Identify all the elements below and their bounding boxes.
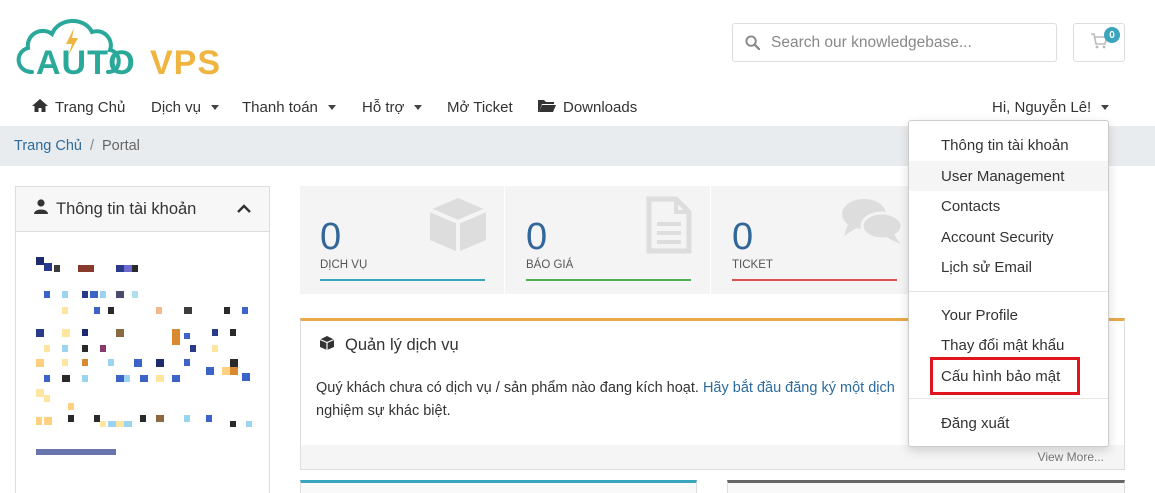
caret-down-icon bbox=[327, 104, 336, 110]
stat-services[interactable]: 0 DỊCH VỤ bbox=[300, 186, 505, 294]
stat-services-label: DỊCH VỤ bbox=[320, 259, 368, 271]
services-panel-title: Quản lý dịch vụ bbox=[319, 335, 459, 356]
stat-tickets-label: TICKET bbox=[732, 259, 773, 271]
brand-logo[interactable]: AUTO VPS bbox=[14, 12, 234, 80]
account-info-panel: Thông tin tài khoản bbox=[15, 186, 270, 493]
menu-item-account-info[interactable]: Thông tin tài khoản bbox=[909, 130, 1108, 160]
pixelated-redaction-image bbox=[36, 257, 252, 455]
caret-down-icon bbox=[211, 104, 220, 110]
nav-billing-label: Thanh toán bbox=[242, 98, 318, 116]
menu-item-user-management[interactable]: User Management bbox=[909, 161, 1108, 191]
user-icon bbox=[34, 199, 48, 219]
user-greeting: Hi, Nguyễn Lê! bbox=[992, 98, 1092, 116]
menu-item-change-password[interactable]: Thay đổi mật khẩu bbox=[909, 330, 1108, 360]
svg-text:VPS: VPS bbox=[150, 44, 221, 80]
stat-services-bar bbox=[320, 279, 485, 281]
menu-item-logout[interactable]: Đăng xuất bbox=[909, 408, 1108, 438]
stat-tickets-bar bbox=[732, 279, 897, 281]
stat-quotes-label: BÁO GIÁ bbox=[526, 259, 574, 271]
cube-icon bbox=[319, 335, 335, 356]
nav-downloads[interactable]: Downloads bbox=[537, 88, 637, 126]
nav-support[interactable]: Hỗ trợ bbox=[362, 88, 423, 126]
menu-item-contacts[interactable]: Contacts bbox=[909, 191, 1108, 221]
message-text: Quý khách chưa có dịch vụ / sản phẩm nào… bbox=[316, 380, 703, 396]
stat-tickets[interactable]: 0 TICKET bbox=[712, 186, 917, 294]
order-link[interactable]: Hãy bắt đầu đăng ký một dịch bbox=[703, 380, 895, 396]
search-icon bbox=[733, 24, 771, 61]
folder-icon bbox=[537, 98, 557, 117]
nav-open-ticket[interactable]: Mở Ticket bbox=[447, 88, 513, 126]
document-icon bbox=[646, 196, 692, 257]
redacted-account-details bbox=[16, 233, 269, 473]
breadcrumb-separator: / bbox=[89, 138, 94, 154]
stats-tiles: 0 DỊCH VỤ 0 BÁO GIÁ 0 TICKET bbox=[300, 186, 920, 294]
services-panel-footer: View More... bbox=[301, 445, 1124, 469]
cart-button[interactable]: 0 bbox=[1073, 23, 1125, 62]
services-panel-title-text: Quản lý dịch vụ bbox=[345, 336, 459, 354]
account-info-header[interactable]: Thông tin tài khoản bbox=[16, 187, 269, 232]
cart-count-badge: 0 bbox=[1104, 27, 1120, 43]
panel-bottom-left bbox=[300, 480, 697, 493]
nav-open-ticket-label: Mở Ticket bbox=[447, 98, 513, 116]
caret-down-icon bbox=[414, 104, 423, 110]
stat-quotes-bar bbox=[526, 279, 691, 281]
knowledgebase-search[interactable] bbox=[732, 23, 1057, 62]
stat-quotes[interactable]: 0 BÁO GIÁ bbox=[506, 186, 711, 294]
stat-services-value: 0 bbox=[320, 216, 342, 258]
view-more-link[interactable]: View More... bbox=[1038, 450, 1104, 464]
nav-home[interactable]: Trang Chủ bbox=[31, 88, 125, 126]
nav-services[interactable]: Dịch vụ bbox=[151, 88, 220, 126]
message-text-continued: nghiệm sự khác biệt. bbox=[316, 403, 451, 419]
chevron-up-icon[interactable] bbox=[237, 200, 251, 219]
nav-services-label: Dịch vụ bbox=[151, 98, 202, 116]
menu-item-your-profile[interactable]: Your Profile bbox=[909, 300, 1108, 330]
breadcrumb-current: Portal bbox=[102, 138, 140, 154]
panel-bottom-right bbox=[727, 480, 1125, 493]
nav-home-label: Trang Chủ bbox=[55, 98, 126, 116]
user-dropdown-menu: Thông tin tài khoản User Management Cont… bbox=[908, 120, 1109, 447]
nav-support-label: Hỗ trợ bbox=[362, 98, 405, 116]
stat-quotes-value: 0 bbox=[526, 216, 548, 258]
caret-down-icon bbox=[1101, 104, 1110, 110]
menu-item-email-history[interactable]: Lịch sử Email bbox=[909, 252, 1108, 282]
menu-item-account-security[interactable]: Account Security bbox=[909, 222, 1108, 252]
home-icon bbox=[31, 98, 49, 117]
comments-icon bbox=[840, 196, 904, 251]
nav-billing[interactable]: Thanh toán bbox=[242, 88, 336, 126]
menu-divider bbox=[909, 291, 1108, 292]
menu-item-security-settings[interactable]: Cấu hình bảo mật bbox=[909, 361, 1108, 391]
nav-downloads-label: Downloads bbox=[563, 98, 638, 116]
svg-text:AUTO: AUTO bbox=[36, 44, 136, 80]
site-header: AUTO VPS 0 bbox=[0, 0, 1155, 88]
search-input[interactable] bbox=[771, 33, 1041, 52]
cube-icon bbox=[428, 196, 488, 257]
stat-tickets-value: 0 bbox=[732, 216, 754, 258]
account-info-title: Thông tin tài khoản bbox=[56, 199, 197, 218]
menu-divider bbox=[909, 398, 1108, 399]
breadcrumb-home[interactable]: Trang Chủ bbox=[14, 138, 82, 154]
